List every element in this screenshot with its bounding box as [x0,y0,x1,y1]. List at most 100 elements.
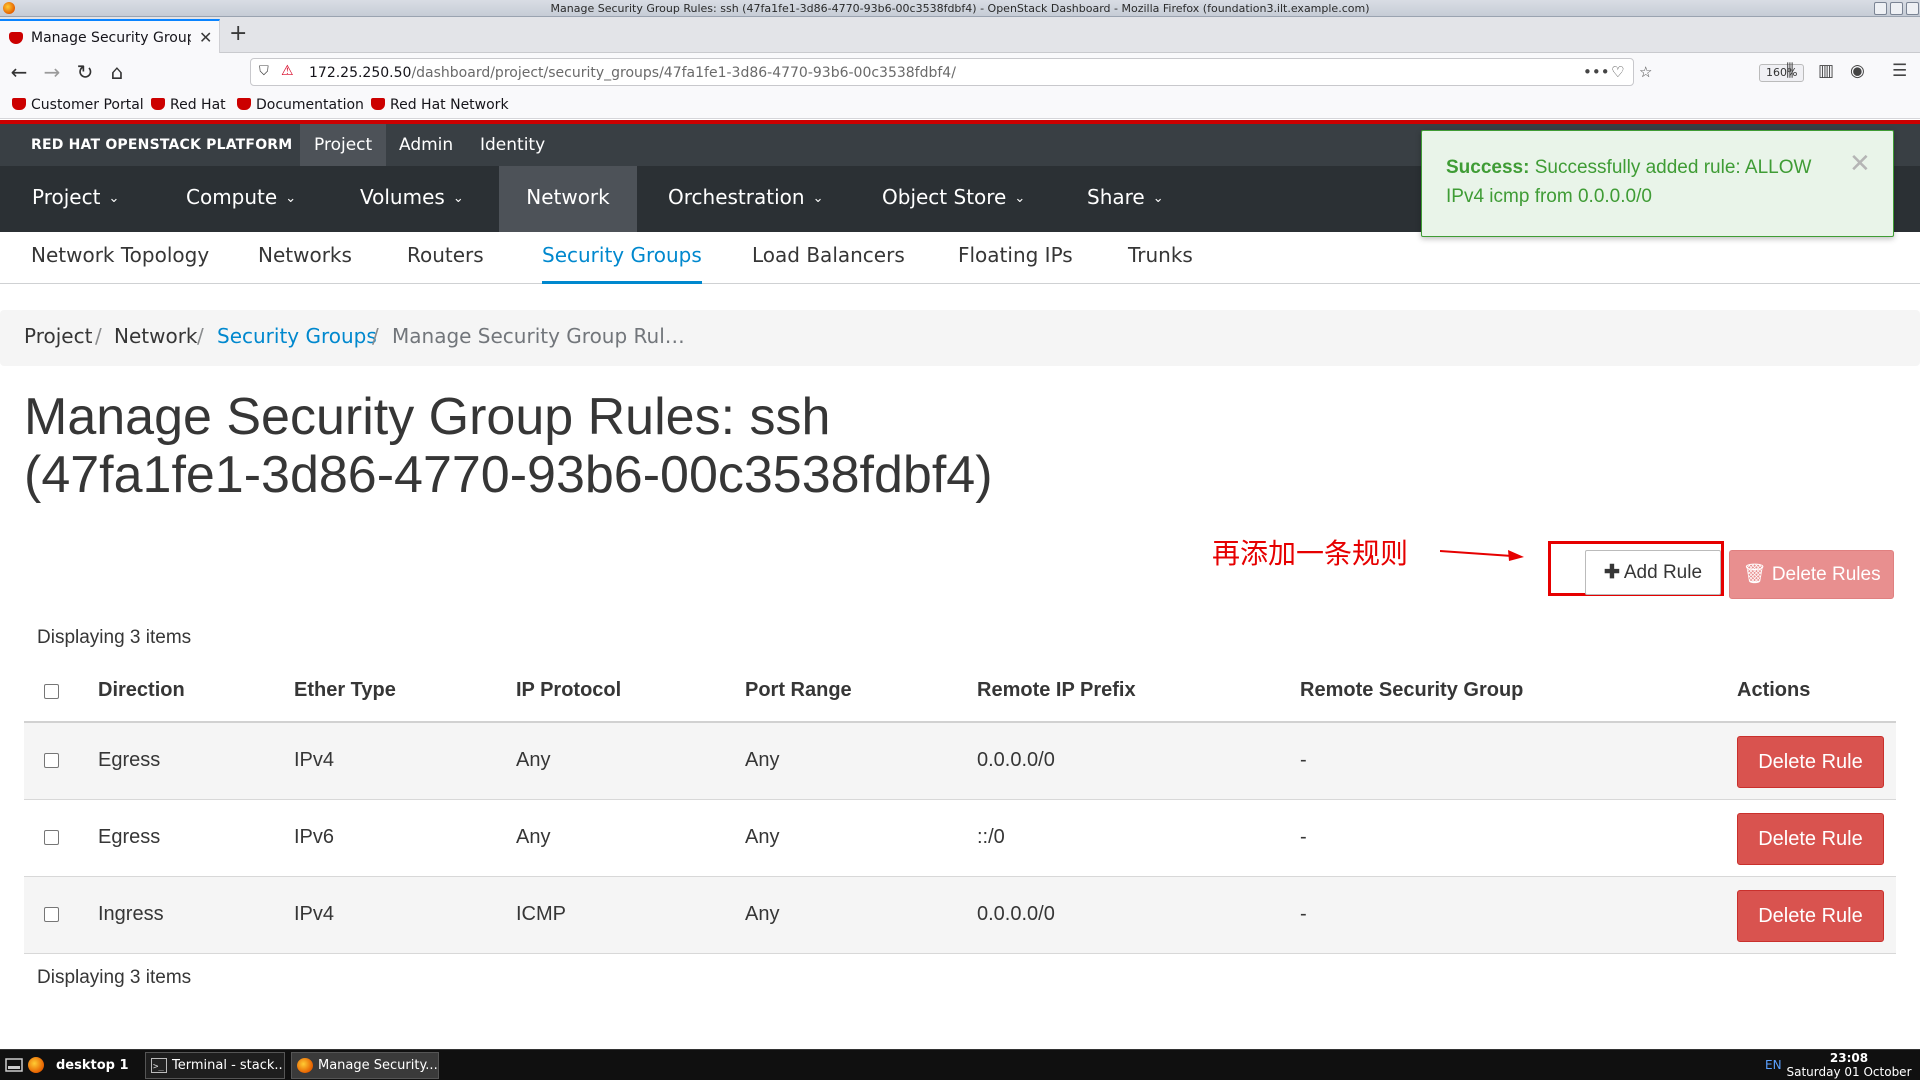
cell-remote-ip-prefix: ::/0 [977,826,1005,848]
cell-remote-ip-prefix: 0.0.0.0/0 [977,749,1055,771]
subnav-network-topology[interactable]: Network Topology [31,232,209,284]
firefox-launcher-icon[interactable] [28,1057,44,1073]
subnav-floating-ips[interactable]: Floating IPs [958,232,1073,284]
cell-ip-protocol: ICMP [516,903,566,925]
bookmark-star-icon[interactable]: ☆ [1639,63,1652,81]
cell-remote-security-group: - [1300,903,1307,925]
forward-button[interactable]: → [39,59,65,85]
chevron-down-icon: ⌄ [108,191,120,206]
row-checkbox[interactable] [44,753,59,768]
terminal-icon: >_ [151,1058,167,1073]
select-all-checkbox[interactable] [44,684,59,699]
redhat-bookmark-icon [151,98,165,110]
context-tab-project[interactable]: Project [300,124,387,166]
bookmarks-toolbar: Customer Portal Red Hat Documentation Re… [0,91,1920,119]
insecure-lock-icon[interactable]: ⚠ [281,63,294,79]
breadcrumb-current: Manage Security Group Rul… [392,324,685,348]
task-firefox[interactable]: Manage Security... [291,1052,439,1079]
menu-icon[interactable]: ☰ [1892,61,1907,81]
breadcrumb-separator: / [95,324,102,348]
minimize-button[interactable] [1874,2,1887,15]
annotation-arrow-icon [1440,550,1524,561]
context-tab-identity[interactable]: Identity [466,124,559,166]
bookmark-red-hat[interactable]: Red Hat [151,97,226,113]
bookmark-customer-portal[interactable]: Customer Portal [12,97,144,113]
delete-rules-button[interactable]: 🗑 Delete Rules [1729,550,1894,599]
header-remote-ip-prefix[interactable]: Remote IP Prefix [977,679,1136,702]
cell-direction: Egress [98,826,161,848]
new-tab-button[interactable]: + [229,23,247,45]
tab-title: Manage Security Group Rules: ssh [31,30,191,46]
table-header: Direction Ether Type IP Protocol Port Ra… [24,663,1896,723]
bookmark-documentation[interactable]: Documentation [237,97,364,113]
row-checkbox[interactable] [44,830,59,845]
maximize-button[interactable] [1890,2,1903,15]
nav-object-store[interactable]: Object Store ⌄ [866,166,1041,232]
delete-rule-button[interactable]: Delete Rule [1737,813,1884,865]
cell-port-range: Any [745,826,780,848]
chevron-down-icon: ⌄ [1014,191,1026,206]
header-remote-security-group[interactable]: Remote Security Group [1300,679,1523,702]
toast-message: Success: Successfully added rule: ALLOW … [1446,153,1836,211]
back-button[interactable]: ← [6,59,32,85]
url-bar[interactable]: ⛉ ⚠ 172.25.250.50/dashboard/project/secu… [250,58,1805,86]
close-tab-icon[interactable]: ✕ [199,28,212,47]
cell-remote-ip-prefix: 0.0.0.0/0 [977,903,1055,925]
close-toast-icon[interactable]: ✕ [1849,149,1871,179]
library-icon[interactable]: ⫼ [1786,61,1794,81]
subnav-networks[interactable]: Networks [258,232,352,284]
delete-rule-button[interactable]: Delete Rule [1737,890,1884,942]
table-row: Ingress IPv4 ICMP Any 0.0.0.0/0 - Delete… [24,877,1896,954]
url-path: /dashboard/project/security_groups/47fa1… [411,65,956,81]
header-ip-protocol[interactable]: IP Protocol [516,679,621,702]
account-icon[interactable]: ◉ [1850,61,1865,81]
nav-share[interactable]: Share ⌄ [1071,166,1180,232]
subnav-security-groups[interactable]: Security Groups [542,232,702,284]
delete-rule-button[interactable]: Delete Rule [1737,736,1884,788]
bookmark-red-hat-network[interactable]: Red Hat Network [371,97,509,113]
chevron-down-icon: ⌄ [1152,191,1164,206]
page-actions-icon[interactable]: ••• [1583,63,1610,81]
breadcrumb-project[interactable]: Project [24,324,92,348]
clock[interactable]: 23:08 Saturday 01 October [1784,1051,1914,1079]
cell-direction: Ingress [98,903,164,925]
header-direction[interactable]: Direction [98,679,185,702]
subnav-routers[interactable]: Routers [407,232,484,284]
nav-network[interactable]: Network [499,166,637,232]
nav-orchestration[interactable]: Orchestration ⌄ [652,166,839,232]
menu-launcher-icon[interactable] [5,1058,23,1072]
breadcrumb-security-groups[interactable]: Security Groups [217,324,377,348]
nav-project[interactable]: Project ⌄ [16,166,135,232]
header-port-range[interactable]: Port Range [745,679,852,702]
cell-ether-type: IPv4 [294,903,335,925]
keyboard-layout[interactable]: EN [1765,1058,1782,1072]
success-toast: Success: Successfully added rule: ALLOW … [1421,130,1894,237]
context-tab-admin[interactable]: Admin [385,124,467,166]
page-title-line2: (47fa1fe1-3d86-4770-93b6-00c3538fdbf4) [24,446,993,504]
header-ether-type[interactable]: Ether Type [294,679,396,702]
firefox-icon [297,1058,313,1073]
breadcrumb-network[interactable]: Network [114,324,198,348]
nav-toolbar: ← → ↻ ⌂ ⛉ ⚠ 172.25.250.50/dashboard/proj… [0,53,1920,91]
tracking-shield-icon[interactable]: ⛉ [259,64,269,79]
brand-logo[interactable]: RED HAT OPENSTACK PLATFORM [31,137,292,153]
nav-compute[interactable]: Compute ⌄ [170,166,312,232]
zoom-indicator[interactable]: 160% [1759,64,1805,82]
subnav-load-balancers[interactable]: Load Balancers [752,232,905,284]
nav-volumes[interactable]: Volumes ⌄ [344,166,480,232]
close-window-button[interactable] [1906,2,1919,15]
add-rule-button[interactable]: ✚ Add Rule [1585,550,1721,595]
home-button[interactable]: ⌂ [104,59,130,85]
page-title: Manage Security Group Rules: ssh (47fa1f… [24,388,1324,504]
sub-nav: Network Topology Networks Routers Securi… [0,232,1920,284]
plus-icon: ✚ [1603,562,1620,583]
desktop-switcher[interactable]: desktop 1 [56,1050,129,1080]
url-text[interactable]: 172.25.250.50/dashboard/project/security… [309,65,956,81]
sidebar-icon[interactable]: ▥ [1818,61,1834,81]
browser-tab[interactable]: Manage Security Group Rules: ssh ✕ [0,19,220,53]
task-terminal[interactable]: >_ Terminal - stack... [145,1052,285,1079]
subnav-trunks[interactable]: Trunks [1128,232,1193,284]
reload-button[interactable]: ↻ [72,59,98,85]
pocket-icon[interactable]: ♡ [1611,63,1624,81]
row-checkbox[interactable] [44,907,59,922]
